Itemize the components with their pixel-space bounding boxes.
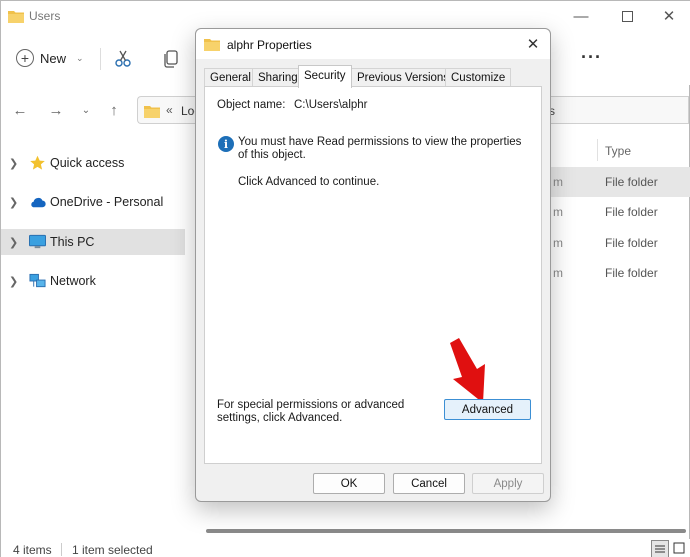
dialog-titlebar: alphr Properties ✕ (196, 29, 550, 59)
close-icon: ✕ (662, 8, 676, 25)
expand-chevron-icon[interactable]: ❯ (9, 157, 18, 170)
status-divider (61, 543, 62, 556)
arrow-up-icon: ↑ (110, 101, 118, 119)
new-button[interactable]: + New ⌄ (16, 46, 84, 70)
tab-general[interactable]: General (204, 68, 257, 87)
date-cell: m (553, 175, 563, 189)
expand-chevron-icon[interactable]: ❯ (9, 236, 18, 249)
tab-sharing[interactable]: Sharing (252, 68, 304, 87)
expand-chevron-icon[interactable]: ❯ (9, 275, 18, 288)
folder-icon (8, 11, 24, 23)
tab-customize[interactable]: Customize (445, 68, 512, 87)
nav-label: OneDrive - Personal (50, 195, 164, 209)
arrow-right-icon: → (48, 101, 64, 119)
toolbar-divider (100, 48, 101, 70)
date-cell: m (553, 236, 563, 250)
explorer-titlebar: Users — ✕ (1, 1, 690, 31)
column-divider[interactable] (597, 139, 598, 161)
column-header-row: Type (549, 135, 690, 165)
expand-chevron-icon[interactable]: ❯ (9, 196, 18, 209)
search-box[interactable]: s (549, 96, 689, 124)
ok-button[interactable]: OK (313, 473, 385, 494)
table-row[interactable]: m File folder (549, 228, 690, 258)
cloud-icon (31, 197, 46, 208)
red-arrow-annotation-icon (450, 338, 485, 403)
scissors-icon (115, 50, 131, 67)
info-icon: i (218, 136, 234, 152)
recent-locations-button[interactable]: ⌄ (76, 100, 96, 120)
up-button[interactable]: ↑ (104, 100, 124, 120)
permission-message: You must have Read permissions to view t… (238, 136, 522, 161)
date-cell: m (553, 205, 563, 219)
security-tab-panel: Object name: C:\Users\alphr i You must h… (204, 86, 542, 464)
window-title: Users (29, 9, 61, 23)
status-bar: 4 items 1 item selected (1, 539, 690, 557)
tiles-view-icon (673, 542, 685, 554)
properties-dialog: alphr Properties ✕ General Sharing Secur… (195, 28, 551, 502)
minimize-button[interactable]: — (561, 5, 601, 27)
navigation-pane: ❯ Quick access ❯ OneDrive - Personal ❯ T… (1, 141, 185, 531)
object-name-value: C:\Users\alphr (294, 99, 368, 111)
back-button[interactable]: ← (10, 100, 30, 120)
continue-instruction: Click Advanced to continue. (238, 176, 380, 188)
folder-icon (144, 106, 160, 118)
apply-button[interactable]: Apply (472, 473, 544, 494)
maximize-icon (621, 10, 633, 22)
type-cell: File folder (605, 175, 658, 189)
dialog-title: alphr Properties (227, 38, 312, 52)
plus-icon: + (16, 49, 34, 67)
horizontal-scrollbar[interactable] (206, 529, 686, 533)
address-bar[interactable]: « Loc (137, 96, 200, 124)
more-icon: ··· (581, 47, 602, 67)
details-view-icon (655, 545, 665, 553)
object-name-label: Object name: (217, 99, 286, 111)
nav-item-network[interactable]: ❯ Network (1, 268, 185, 294)
special-permissions-text: For special permissions or advanced sett… (217, 399, 405, 424)
copy-icon (164, 50, 178, 68)
file-list: Type m File folder m File folder m File … (549, 135, 690, 535)
more-options-button[interactable]: ··· (581, 47, 602, 68)
network-icon (29, 273, 46, 288)
details-view-button[interactable] (651, 540, 669, 557)
table-row[interactable]: m File folder (549, 258, 690, 288)
new-label: New (40, 50, 67, 66)
advanced-button[interactable]: Advanced (444, 399, 531, 420)
tab-previous-versions[interactable]: Previous Versions (351, 68, 456, 87)
minimize-icon: — (573, 7, 589, 25)
forward-button[interactable]: → (46, 100, 66, 120)
nav-label: This PC (50, 235, 95, 249)
nav-label: Quick access (50, 156, 125, 170)
tab-security[interactable]: Security (298, 65, 352, 88)
chevron-down-icon: ⌄ (76, 52, 84, 63)
type-cell: File folder (605, 205, 658, 219)
column-header-type[interactable]: Type (605, 144, 631, 158)
maximize-button[interactable] (607, 5, 647, 27)
nav-item-quick-access[interactable]: ❯ Quick access (1, 150, 185, 176)
type-cell: File folder (605, 236, 658, 250)
close-window-button[interactable]: ✕ (649, 5, 689, 27)
chevron-down-icon: ⌄ (81, 104, 91, 116)
tiles-view-button[interactable] (671, 540, 689, 557)
folder-icon (204, 39, 220, 51)
nav-label: Network (50, 274, 96, 288)
cancel-button[interactable]: Cancel (393, 473, 465, 494)
table-row[interactable]: m File folder (549, 197, 690, 227)
monitor-icon (29, 234, 46, 249)
item-count: 4 items (13, 543, 52, 557)
star-icon (30, 155, 45, 170)
breadcrumb-overflow[interactable]: « (166, 103, 173, 117)
close-icon: ✕ (526, 36, 540, 53)
arrow-left-icon: ← (12, 101, 28, 119)
dialog-close-button[interactable]: ✕ (522, 33, 544, 55)
table-row[interactable]: m File folder (549, 167, 690, 197)
type-cell: File folder (605, 266, 658, 280)
nav-item-this-pc[interactable]: ❯ This PC (1, 229, 185, 255)
selection-count: 1 item selected (72, 543, 153, 557)
cut-button[interactable] (111, 47, 135, 71)
nav-item-onedrive[interactable]: ❯ OneDrive - Personal (1, 189, 185, 215)
copy-button[interactable] (159, 47, 183, 71)
date-cell: m (553, 266, 563, 280)
